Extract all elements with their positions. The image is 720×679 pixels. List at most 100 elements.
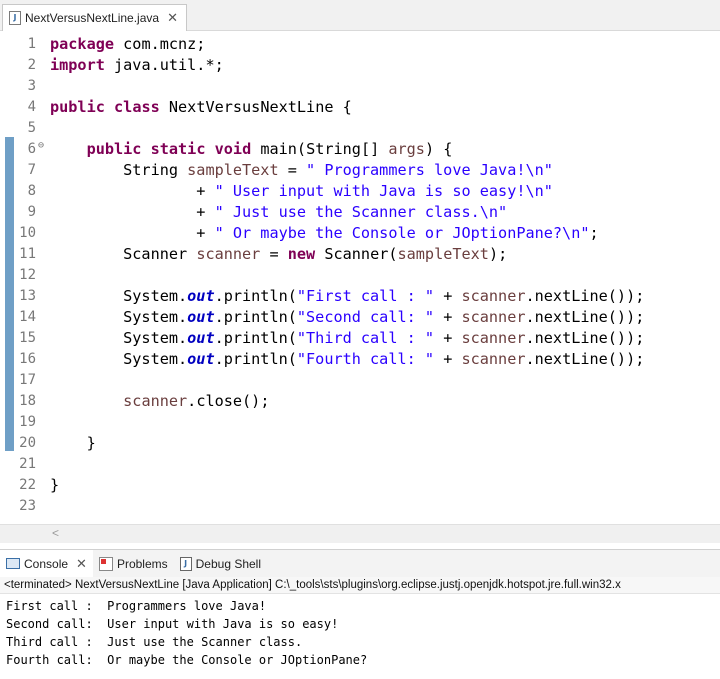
code-line: 19 xyxy=(0,412,720,433)
code-line: 1 package com.mcnz; xyxy=(0,34,720,55)
code-text: System.out.println("Second call: " + sca… xyxy=(50,307,644,328)
console-tab-bar: Console ✕ Problems J Debug Shell xyxy=(0,549,720,577)
close-icon[interactable]: ✕ xyxy=(76,556,87,572)
code-token: System. xyxy=(50,350,188,368)
line-number: 4 xyxy=(27,99,36,115)
code-line: 16 System.out.println("Fourth call: " + … xyxy=(0,349,720,370)
code-token: scanner xyxy=(123,392,188,410)
line-number: 7 xyxy=(27,162,36,178)
code-token: + xyxy=(434,287,462,305)
horizontal-scrollbar[interactable]: < xyxy=(0,524,720,543)
problems-icon xyxy=(98,556,113,571)
code-text: package com.mcnz; xyxy=(50,34,205,55)
line-number: 16 xyxy=(19,351,36,367)
code-token: .nextLine()); xyxy=(525,350,645,368)
code-line: 3 xyxy=(0,76,720,97)
code-editor[interactable]: 1 package com.mcnz; 2 import java.util.*; 3 4… xyxy=(0,31,720,524)
line-number: 19 xyxy=(19,414,36,430)
code-line: 9 + " Just use the Scanner class.\n" xyxy=(0,202,720,223)
code-text: String sampleText = " Programmers love J… xyxy=(50,160,553,181)
code-text: } xyxy=(50,475,59,496)
line-number: 14 xyxy=(19,309,36,325)
line-number: 20 xyxy=(19,435,36,451)
code-token: scanner xyxy=(461,350,526,368)
code-token: + xyxy=(50,224,215,242)
code-token: .println( xyxy=(214,308,297,326)
code-token: scanner xyxy=(461,287,526,305)
fold-icon[interactable]: ⊖ xyxy=(38,135,44,156)
code-token: public xyxy=(50,98,105,116)
code-token: " Programmers love Java!\n" xyxy=(306,161,553,179)
debug-shell-icon: J xyxy=(179,556,192,571)
console-output[interactable]: First call : Programmers love Java! Seco… xyxy=(6,597,716,669)
code-line: 17 xyxy=(0,370,720,391)
line-number: 8 xyxy=(27,183,36,199)
code-text: } xyxy=(50,433,96,454)
tab-console[interactable]: Console ✕ xyxy=(0,550,93,577)
code-token: com.mcnz; xyxy=(114,35,206,53)
close-icon[interactable]: ✕ xyxy=(167,10,178,26)
code-token: = xyxy=(260,245,288,263)
line-number: 3 xyxy=(27,78,36,94)
code-line: 2 import java.util.*; xyxy=(0,55,720,76)
code-line: 20 } xyxy=(0,433,720,454)
line-number: 23 xyxy=(19,498,36,514)
code-text: + " Or maybe the Console or JOptionPane?… xyxy=(50,223,598,244)
code-token: "Fourth call: " xyxy=(296,350,435,368)
code-line: 4 public class NextVersusNextLine { xyxy=(0,97,720,118)
code-token: System. xyxy=(50,287,188,305)
code-token: .println( xyxy=(214,350,297,368)
code-token: out xyxy=(187,308,215,326)
code-token: "Third call : " xyxy=(296,329,435,347)
code-token: out xyxy=(187,287,215,305)
line-number: 2 xyxy=(27,57,36,73)
code-token: System. xyxy=(50,308,188,326)
code-token: main(String[] xyxy=(251,140,389,158)
code-token: static xyxy=(150,140,206,158)
code-text: System.out.println("Fourth call: " + sca… xyxy=(50,349,644,370)
tab-problems-label: Problems xyxy=(116,556,168,571)
console-icon xyxy=(6,558,20,569)
code-token: sampleText xyxy=(397,245,489,263)
code-token: = xyxy=(278,161,307,179)
code-line: 11 Scanner scanner = new Scanner(sampleT… xyxy=(0,244,720,265)
tab-problems[interactable]: Problems xyxy=(93,550,174,577)
code-text: + " Just use the Scanner class.\n" xyxy=(50,202,507,223)
code-line: 22} xyxy=(0,475,720,496)
tab-debug-shell[interactable]: J Debug Shell xyxy=(174,550,267,577)
editor-tab-label: NextVersusNextLine.java xyxy=(25,11,160,25)
console-output-line: Second call: User input with Java is so … xyxy=(6,617,339,631)
code-token: Scanner( xyxy=(315,245,398,263)
code-text: Scanner scanner = new Scanner(sampleText… xyxy=(50,244,507,265)
scroll-left-icon[interactable]: < xyxy=(52,526,59,540)
code-token: scanner xyxy=(461,308,526,326)
console-output-line: Fourth call: Or maybe the Console or JOp… xyxy=(6,653,368,667)
line-number: 15 xyxy=(19,330,36,346)
code-token: args xyxy=(388,140,425,158)
code-token: import xyxy=(50,56,105,74)
code-line: 18 scanner.close(); xyxy=(0,391,720,412)
code-token: " Just use the Scanner class.\n" xyxy=(214,203,508,221)
code-text: import java.util.*; xyxy=(50,55,224,76)
line-number: 12 xyxy=(19,267,36,283)
tab-debug-shell-label: Debug Shell xyxy=(195,556,262,571)
code-text: System.out.println("First call : " + sca… xyxy=(50,286,644,307)
code-token: + xyxy=(50,203,215,221)
code-token: new xyxy=(287,245,316,263)
code-token: + xyxy=(434,350,462,368)
code-area[interactable]: 1 package com.mcnz; 2 import java.util.*; 3 4… xyxy=(0,34,720,517)
console-status: <terminated> NextVersusNextLine [Java Ap… xyxy=(0,577,720,594)
code-text: System.out.println("Third call : " + sca… xyxy=(50,328,644,349)
code-text: + " User input with Java is so easy!\n" xyxy=(50,181,553,202)
line-number: 17 xyxy=(19,372,36,388)
line-number: 13 xyxy=(19,288,36,304)
code-token: " User input with Java is so easy!\n" xyxy=(214,182,553,200)
tab-console-label: Console xyxy=(24,556,69,571)
code-token: out xyxy=(187,350,215,368)
editor-tab[interactable]: J NextVersusNextLine.java ✕ xyxy=(2,4,187,31)
line-number: 10 xyxy=(19,225,36,241)
line-number: 11 xyxy=(19,246,36,262)
code-token: .nextLine()); xyxy=(525,287,645,305)
